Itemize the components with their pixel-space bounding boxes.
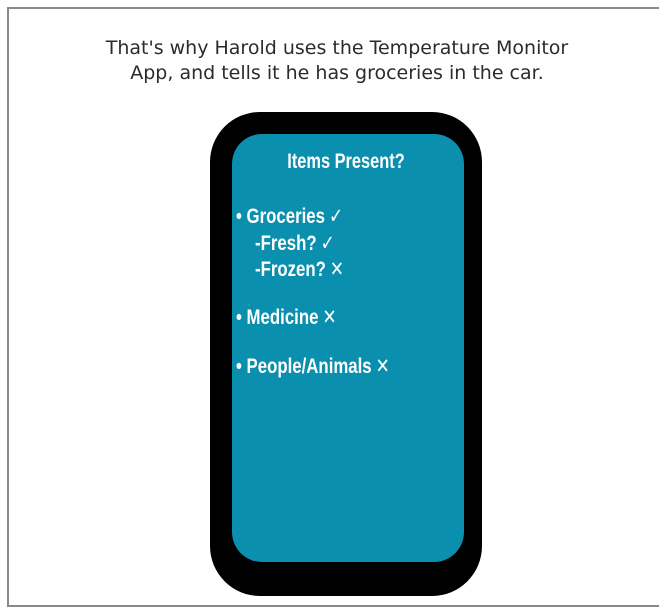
item-fresh-label: -Fresh? [255,232,317,255]
item-fresh: -Fresh? ✓ [255,231,335,256]
item-people-animals: • People/Animals ✕ [236,354,390,379]
item-people-animals-label: • People/Animals [236,355,372,378]
check-icon: ✓ [320,231,335,255]
item-frozen-label: -Frozen? [255,258,326,281]
cross-icon: ✕ [329,257,345,281]
items-present-title: Items Present? [287,150,405,173]
phone-screen [232,134,464,562]
item-medicine-label: • Medicine [236,306,319,329]
item-medicine: • Medicine ✕ [236,305,337,330]
check-icon: ✓ [329,204,344,228]
item-frozen: -Frozen? ✕ [255,257,344,282]
cross-icon: ✕ [322,305,337,329]
caption-line-1: That's why Harold uses the Temperature M… [105,37,569,59]
caption-text: That's why Harold uses the Temperature M… [22,36,652,86]
item-groceries: • Groceries ✓ [236,204,343,229]
cross-icon: ✕ [375,354,390,378]
caption-line-2: App, and tells it he has groceries in th… [130,62,544,84]
item-groceries-label: • Groceries [236,205,325,228]
